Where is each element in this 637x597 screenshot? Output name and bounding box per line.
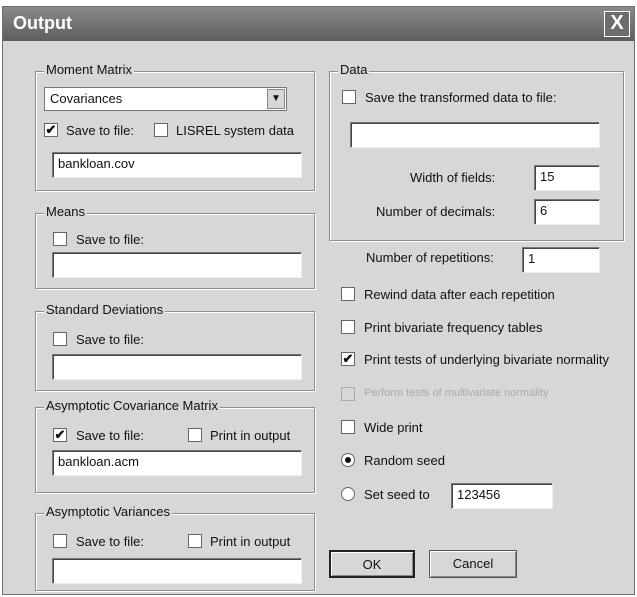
means-save-label: Save to file: — [76, 232, 144, 247]
data-file-input[interactable] — [350, 122, 600, 148]
asym-cov-group: Asymptotic Covariance Matrix ✔ Save to f… — [35, 398, 315, 493]
moment-matrix-group: Moment Matrix Covariances ▼ ✔ Save to fi… — [35, 62, 315, 191]
lisrel-label: LISREL system data — [176, 123, 295, 138]
rewind-checkbox[interactable] — [341, 287, 355, 301]
data-save-checkbox[interactable] — [342, 90, 356, 104]
asym-var-print-checkbox[interactable] — [188, 534, 202, 548]
title-bar: Output X — [3, 7, 634, 41]
std-dev-save-label: Save to file: — [76, 332, 144, 347]
asym-var-legend: Asymptotic Variances — [44, 504, 173, 519]
width-of-fields-input[interactable]: 15 — [534, 165, 600, 191]
asym-cov-print-checkbox[interactable] — [188, 428, 202, 442]
chevron-down-icon[interactable]: ▼ — [267, 89, 285, 109]
cancel-button[interactable]: Cancel — [429, 550, 517, 578]
data-save-label: Save the transformed data to file: — [365, 90, 557, 105]
check-icon: ✔ — [54, 427, 66, 442]
std-dev-file-input[interactable] — [52, 354, 302, 380]
means-legend: Means — [44, 204, 88, 219]
asym-var-group: Asymptotic Variances Save to file: Print… — [35, 504, 315, 591]
width-of-fields-label: Width of fields: — [410, 170, 496, 185]
bivariate-tests-checkbox[interactable]: ✔ — [341, 352, 355, 366]
asym-var-print-label: Print in output — [210, 534, 291, 549]
means-group: Means Save to file: — [35, 204, 315, 289]
set-seed-radio[interactable] — [341, 487, 355, 501]
rewind-label: Rewind data after each repetition — [364, 287, 555, 302]
multivariate-checkbox — [341, 387, 355, 401]
means-file-input[interactable] — [52, 252, 302, 278]
wide-print-label: Wide print — [364, 420, 423, 435]
moment-file-input[interactable]: bankloan.cov — [52, 152, 302, 178]
random-seed-radio[interactable] — [341, 453, 355, 467]
moment-save-checkbox[interactable]: ✔ — [44, 123, 58, 137]
moment-matrix-select[interactable]: Covariances ▼ — [44, 87, 287, 111]
asym-cov-legend: Asymptotic Covariance Matrix — [44, 398, 220, 413]
wide-print-checkbox[interactable] — [341, 420, 355, 434]
output-dialog: Output X Moment Matrix Covariances ▼ ✔ S… — [2, 6, 635, 595]
means-save-checkbox[interactable] — [53, 232, 67, 246]
window-title: Output — [13, 13, 72, 33]
multivariate-label: Perform tests of multivariate normality — [364, 387, 549, 399]
close-icon: X — [610, 12, 624, 34]
data-group: Data Save the transformed data to file: … — [329, 62, 624, 241]
moment-matrix-select-value: Covariances — [50, 91, 123, 106]
repetitions-input[interactable]: 1 — [522, 247, 600, 273]
asym-var-save-label: Save to file: — [76, 534, 144, 549]
lisrel-checkbox[interactable] — [154, 123, 168, 137]
std-dev-save-checkbox[interactable] — [53, 332, 67, 346]
moment-save-label: Save to file: — [66, 123, 134, 138]
asym-cov-save-checkbox[interactable]: ✔ — [53, 428, 67, 442]
asym-cov-file-input[interactable]: bankloan.acm — [52, 450, 302, 476]
asym-var-file-input[interactable] — [52, 558, 302, 584]
asym-cov-save-label: Save to file: — [76, 428, 144, 443]
data-legend: Data — [338, 62, 370, 77]
close-button[interactable]: X — [604, 11, 630, 37]
moment-matrix-legend: Moment Matrix — [44, 62, 134, 77]
std-dev-group: Standard Deviations Save to file: — [35, 302, 315, 391]
bivariate-tests-label: Print tests of underlying bivariate norm… — [364, 352, 609, 367]
seed-input[interactable]: 123456 — [451, 483, 553, 509]
check-icon: ✔ — [342, 351, 354, 366]
number-of-decimals-label: Number of decimals: — [376, 204, 496, 219]
check-icon: ✔ — [45, 122, 57, 137]
set-seed-label: Set seed to — [364, 487, 430, 502]
random-seed-label: Random seed — [364, 453, 445, 468]
ok-button[interactable]: OK — [329, 550, 415, 578]
asym-var-save-checkbox[interactable] — [53, 534, 67, 548]
std-dev-legend: Standard Deviations — [44, 302, 166, 317]
asym-cov-print-label: Print in output — [210, 428, 291, 443]
number-of-decimals-input[interactable]: 6 — [534, 199, 600, 225]
bivariate-freq-label: Print bivariate frequency tables — [364, 320, 543, 335]
repetitions-label: Number of repetitions: — [366, 250, 494, 265]
bivariate-freq-checkbox[interactable] — [341, 320, 355, 334]
